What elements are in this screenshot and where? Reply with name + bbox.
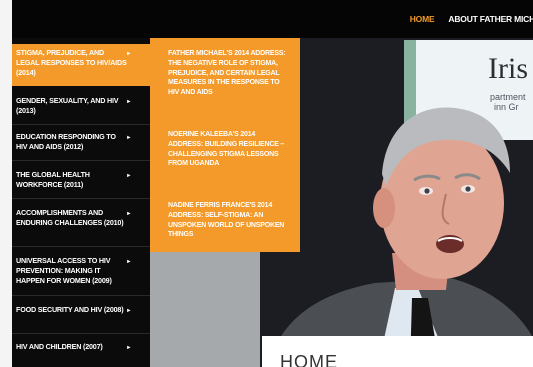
menu-item-stigma-2014[interactable]: STIGMA, PREJUDICE, AND LEGAL RESPONSES T… xyxy=(12,44,150,86)
submenu-item-father-michael-address[interactable]: FATHER MICHAEL'S 2014 ADDRESS: THE NEGAT… xyxy=(168,49,288,98)
chevron-right-icon: ▸ xyxy=(127,211,130,217)
chevron-right-icon: ▸ xyxy=(127,308,130,314)
page: Iris partment inn Gr HOME ABOUT FATHER M… xyxy=(0,0,533,367)
menu-divider xyxy=(12,246,150,247)
submenu-item-nadine-ferris-france-address[interactable]: NADINE FERRIS FRANCE'S 2014 ADDRESS: SEL… xyxy=(168,201,288,240)
chevron-right-icon: ▸ xyxy=(127,51,130,57)
menu-item-accomplishments-2010[interactable]: ACCOMPLISHMENTS AND ENDURING CHALLENGES … xyxy=(12,204,150,244)
chevron-right-icon: ▸ xyxy=(127,135,130,141)
menu-divider xyxy=(12,295,150,296)
chevron-right-icon: ▸ xyxy=(127,99,130,105)
menu-item-label: ACCOMPLISHMENTS AND ENDURING CHALLENGES … xyxy=(16,208,124,227)
menu-divider xyxy=(12,160,150,161)
menu-item-health-workforce-2011[interactable]: THE GLOBAL HEALTH WORKFORCE (2011) ▸ xyxy=(12,166,150,196)
menu-item-universal-access-2009[interactable]: UNIVERSAL ACCESS TO HIV PREVENTION: MAKI… xyxy=(12,252,150,292)
menu-item-label: EDUCATION RESPONDING TO HIV AND AIDS (20… xyxy=(16,132,116,151)
top-navigation-bar: HOME ABOUT FATHER MICHA xyxy=(12,0,533,38)
submenu-item-noerine-kaleeba-address[interactable]: NOERINE KALEEBA'S 2014 ADDRESS: BUILDING… xyxy=(168,130,288,169)
menu-item-label: GENDER, SEXUALITY, AND HIV (2013) xyxy=(16,96,119,115)
menu-item-label: THE GLOBAL HEALTH WORKFORCE (2011) xyxy=(16,170,90,189)
menu-item-food-security-2008[interactable]: FOOD SECURITY AND HIV (2008) ▸ xyxy=(12,301,150,331)
nav-item-home[interactable]: HOME xyxy=(410,14,435,24)
menu-item-label: FOOD SECURITY AND HIV (2008) xyxy=(16,305,124,314)
menu-item-gender-2013[interactable]: GENDER, SEXUALITY, AND HIV (2013) ▸ xyxy=(12,92,150,122)
top-nav: HOME ABOUT FATHER MICHA xyxy=(396,0,533,38)
menu-item-label: HIV AND CHILDREN (2007) xyxy=(16,342,103,351)
menu-item-education-2012[interactable]: EDUCATION RESPONDING TO HIV AND AIDS (20… xyxy=(12,128,150,158)
nav-item-about-father-michael[interactable]: ABOUT FATHER MICHA xyxy=(448,14,533,24)
dropdown-menu: STIGMA, PREJUDICE, AND LEGAL RESPONSES T… xyxy=(12,38,150,367)
chevron-right-icon: ▸ xyxy=(127,173,130,179)
menu-item-label: STIGMA, PREJUDICE, AND LEGAL RESPONSES T… xyxy=(16,48,127,77)
menu-divider xyxy=(12,198,150,199)
menu-item-label: UNIVERSAL ACCESS TO HIV PREVENTION: MAKI… xyxy=(16,256,112,285)
page-title: HOME xyxy=(280,352,338,367)
menu-item-hiv-children-2007[interactable]: HIV AND CHILDREN (2007) ▸ xyxy=(12,338,150,360)
menu-divider xyxy=(12,333,150,334)
content-panel: HOME xyxy=(262,336,533,367)
chevron-right-icon: ▸ xyxy=(127,345,130,351)
submenu-2014: FATHER MICHAEL'S 2014 ADDRESS: THE NEGAT… xyxy=(150,38,300,252)
menu-divider xyxy=(12,124,150,125)
chevron-right-icon: ▸ xyxy=(127,259,130,265)
